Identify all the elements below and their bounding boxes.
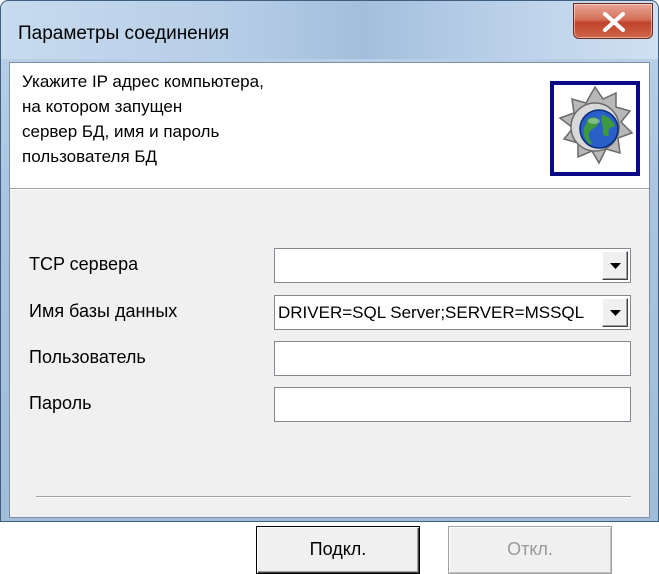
globe-network-icon [550,81,640,176]
database-name-value: DRIVER=SQL Server;SERVER=MSSQL [278,303,585,322]
chevron-down-icon [610,263,621,269]
instruction-line-1: Укажите IP адрес компьютера, [22,72,264,91]
password-input[interactable] [274,387,631,422]
user-input[interactable] [274,341,631,376]
dialog-client-area: Укажите IP адрес компьютера, на котором … [9,62,650,574]
connect-button[interactable]: Подкл. [256,526,420,574]
instruction-line-2: на котором запущен [22,97,183,116]
instruction-line-4: пользователя БД [22,147,158,166]
close-icon [603,12,625,32]
password-label: Пароль [29,393,92,413]
title-bar[interactable]: Параметры соединения [1,1,658,59]
user-label: Пользователь [29,347,146,367]
instructions-panel: Укажите IP адрес компьютера, на котором … [10,63,649,189]
instruction-line-3: сервер БД, имя и пароль [22,122,220,141]
chevron-down-icon [610,310,621,316]
separator [36,496,631,498]
connection-form: TCP сервера Имя базы данных DRIVER=SQL S… [10,190,649,574]
tcp-server-combobox[interactable] [274,248,631,283]
close-button[interactable] [573,3,653,39]
database-name-label: Имя базы данных [29,301,178,321]
disconnect-button[interactable]: Откл. [448,526,612,574]
window-title: Параметры соединения [18,23,230,44]
connection-dialog: Параметры соединения Укажите IP адрес ко… [0,0,659,574]
database-name-combobox[interactable]: DRIVER=SQL Server;SERVER=MSSQL [274,295,631,330]
tcp-server-label: TCP сервера [29,254,139,274]
tcp-server-dropdown-button[interactable] [602,251,628,280]
database-name-dropdown-button[interactable] [602,298,628,327]
